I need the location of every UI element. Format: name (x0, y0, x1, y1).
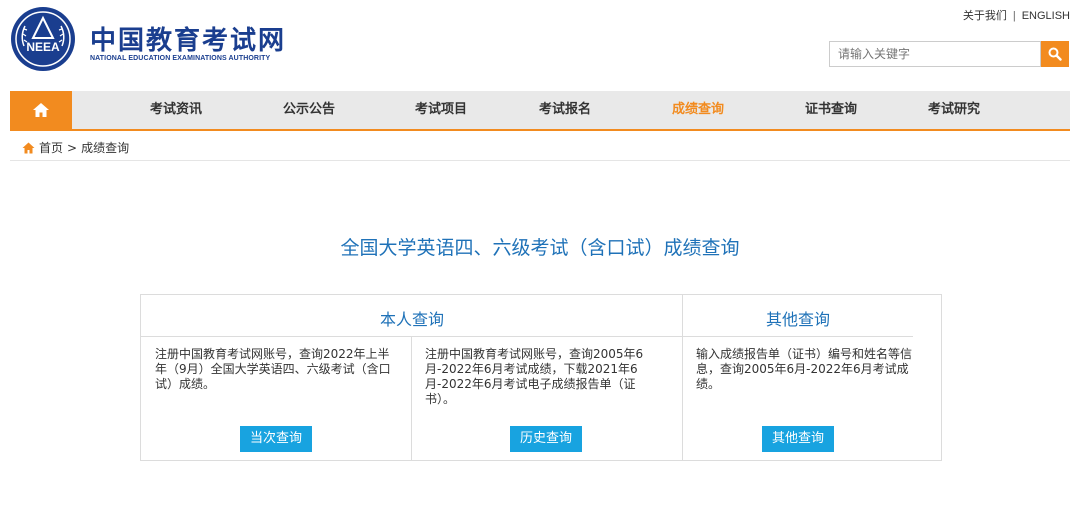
breadcrumb-home-link[interactable]: 首页 (39, 139, 63, 156)
query-panel: 本人查询 其他查询 注册中国教育考试网账号，查询2022年上半年（9月）全国大学… (140, 294, 942, 461)
nav-home-button[interactable] (10, 91, 72, 129)
cell-separator (411, 336, 412, 461)
english-link[interactable]: ENGLISH (1022, 10, 1070, 22)
breadcrumb: 首页 > 成绩查询 (22, 139, 129, 156)
section-divider (141, 336, 913, 337)
breadcrumb-current: 成绩查询 (81, 141, 130, 155)
search-button[interactable] (1041, 41, 1069, 67)
neea-logo[interactable]: NEEA (10, 6, 76, 72)
nav-item-exam-registration[interactable]: 考试报名 (539, 91, 591, 129)
nav-item-exam-programs[interactable]: 考试项目 (415, 91, 467, 129)
nav-item-exam-research[interactable]: 考试研究 (928, 91, 980, 129)
section-separator (682, 295, 683, 461)
site-subtitle: NATIONAL EDUCATION EXAMINATIONS AUTHORIT… (90, 55, 271, 62)
current-query-description: 注册中国教育考试网账号，查询2022年上半年（9月）全国大学英语四、六级考试（含… (155, 347, 391, 391)
breadcrumb-separator: > (67, 140, 78, 155)
search-icon (1048, 47, 1062, 61)
history-query-description: 注册中国教育考试网账号，查询2005年6月-2022年6月考试成绩，下载2021… (425, 347, 644, 406)
main-nav: 考试资讯 公示公告 考试项目 考试报名 成绩查询 证书查询 考试研究 (10, 91, 1070, 131)
about-us-link[interactable]: 关于我们 (963, 10, 1007, 22)
home-icon (22, 142, 35, 153)
site-title[interactable]: 中国教育考试网 (90, 20, 286, 57)
top-links-separator: | (1012, 10, 1016, 22)
breadcrumb-divider (10, 160, 1070, 161)
self-query-heading: 本人查询 (379, 310, 444, 329)
history-query-button[interactable]: 历史查询 (510, 426, 583, 452)
current-query-button[interactable]: 当次查询 (240, 426, 313, 452)
home-icon (33, 103, 49, 117)
svg-text:NEEA: NEEA (26, 40, 60, 54)
nav-item-score-query[interactable]: 成绩查询 (672, 91, 724, 129)
other-query-description: 输入成绩报告单（证书）编号和姓名等信息，查询2005年6月-2022年6月考试成… (696, 347, 913, 391)
nav-item-certificate-query[interactable]: 证书查询 (805, 91, 857, 129)
nav-item-exam-news[interactable]: 考试资讯 (150, 91, 202, 129)
site-header: NEEA 中国教育考试网 NATIONAL EDUCATION EXAMINAT… (0, 0, 1080, 88)
page-title: 全国大学英语四、六级考试（含口试）成绩查询 (340, 237, 740, 259)
other-query-button[interactable]: 其他查询 (762, 426, 835, 452)
nav-item-announcements[interactable]: 公示公告 (283, 91, 335, 129)
top-links: 关于我们 | ENGLISH (963, 7, 1070, 23)
search-input[interactable] (829, 41, 1041, 67)
other-query-heading: 其他查询 (765, 310, 830, 329)
